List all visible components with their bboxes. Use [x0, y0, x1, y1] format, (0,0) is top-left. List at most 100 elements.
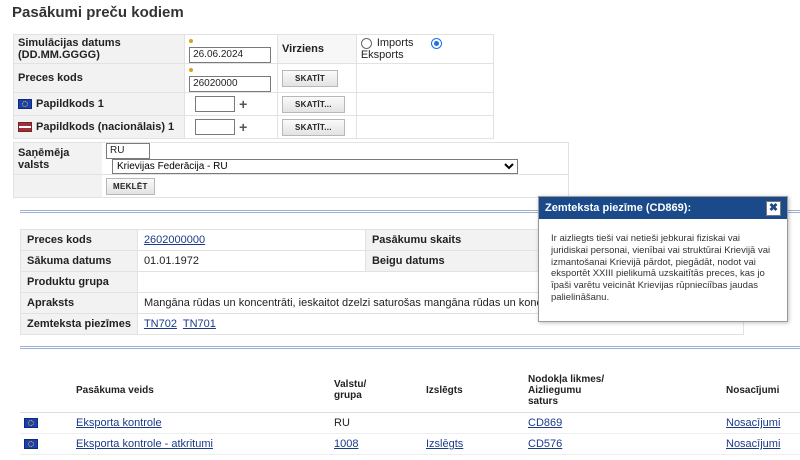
conditions-cell: Nosacījumi	[722, 433, 800, 455]
duty-header-line1: Nodokļa likmes/	[528, 373, 605, 385]
measure-type-link[interactable]: Eksporta kontrole - atkritumi	[76, 438, 213, 450]
conditions-link[interactable]: Nosacījumi	[726, 417, 780, 429]
duty-header-line2: Aizliegumu	[528, 384, 582, 396]
end-date-label: Beigu datums	[364, 250, 549, 272]
goods-code-cell: 26020000	[184, 63, 278, 93]
empty-cell	[355, 63, 495, 93]
addcode1-label: Papildkods 1	[36, 98, 104, 110]
start-date-label: Sākuma datums	[20, 250, 138, 272]
empty-cell	[13, 174, 102, 198]
addcode1-view-button[interactable]: SKATĪT...	[282, 95, 345, 113]
info-goods-code-cell: 2602000000	[136, 229, 366, 251]
required-marker-icon	[189, 39, 194, 44]
addcode-national-label-cell: Papildkods (nacionālais) 1	[12, 115, 186, 139]
goods-code-label: Preces kods	[12, 63, 186, 93]
country-group-link[interactable]: 1008	[334, 438, 358, 450]
addcode1-button-cell: SKATĪT...	[277, 92, 357, 116]
view-button[interactable]: SKATĪT	[282, 69, 339, 87]
simulation-form: Simulācijas datums (DD.MM.GGGG) 26.06.20…	[12, 34, 495, 139]
conditions-header: Nosacījumi	[722, 368, 800, 413]
duty-cell: CD576	[524, 433, 722, 455]
flag-cell	[20, 412, 72, 434]
export-radio[interactable]	[430, 37, 442, 49]
footnotes-label: Zemteksta piezīmes	[20, 313, 138, 335]
info-goods-code-label: Preces kods	[20, 229, 138, 251]
country-label: Saņēmēja valsts	[13, 142, 102, 175]
duty-header-line3: saturs	[528, 395, 559, 407]
country-form: Saņēmēja valsts RU Krievijas Federācija …	[13, 142, 569, 198]
popup-header: Zemteksta piezīme (CD869): ✖	[539, 197, 787, 219]
separator	[20, 346, 800, 349]
addcode1-label-cell: Papildkods 1	[12, 92, 186, 116]
date-input[interactable]: 26.06.2024	[189, 47, 272, 63]
plus-icon[interactable]: +	[239, 96, 247, 112]
popup-title: Zemteksta piezīme (CD869):	[545, 202, 692, 214]
date-label: Simulācijas datums (DD.MM.GGGG)	[12, 34, 186, 64]
measure-type-header: Pasākuma veids	[72, 368, 330, 413]
addcode1-cell: +	[184, 92, 278, 116]
measure-type-cell: Eksporta kontrole - atkritumi	[72, 433, 330, 455]
import-label: Imports	[376, 37, 414, 49]
start-date-value: 01.01.1972	[136, 250, 366, 272]
duty-link[interactable]: CD869	[528, 417, 562, 429]
goods-code-link[interactable]: 2602000000	[144, 234, 205, 246]
date-cell: 26.06.2024	[184, 34, 278, 64]
addcode-national-cell: +	[184, 115, 278, 139]
addcode1-input[interactable]	[195, 96, 236, 112]
direction-label: Virziens	[277, 34, 357, 64]
measure-type-link[interactable]: Eksporta kontrole	[76, 417, 162, 429]
empty-cell	[355, 92, 495, 116]
country-select[interactable]: Krievijas Federācija - RU	[112, 159, 518, 174]
table-header-row: Pasākuma veids Valstu/grupa Izslēgts Nod…	[20, 368, 800, 413]
duty-cell: CD869	[524, 412, 722, 434]
addcode-national-label: Papildkods (nacionālais) 1	[36, 121, 175, 133]
country-group-cell: RU	[330, 412, 422, 434]
excluded-cell	[422, 412, 524, 434]
goods-code-input[interactable]: 26020000	[189, 76, 272, 92]
import-radio[interactable]	[360, 37, 372, 49]
country-code-input[interactable]: RU	[106, 143, 150, 159]
country-group-cell: 1008	[330, 433, 422, 455]
empty-cell	[355, 115, 495, 139]
latvia-flag-icon	[18, 122, 32, 133]
export-label: Eksports	[360, 49, 404, 61]
excluded-link[interactable]: Izslēgts	[426, 438, 463, 450]
eu-flag-icon	[24, 439, 38, 450]
country-group-header-line1: Valstu/	[334, 379, 367, 390]
excluded-cell: Izslēgts	[422, 433, 524, 455]
footnote-link[interactable]: TN701	[183, 318, 216, 330]
duty-link[interactable]: CD576	[528, 438, 562, 450]
country-group-header: Valstu/grupa	[330, 368, 422, 413]
country-cell: RU Krievijas Federācija - RU	[102, 142, 569, 175]
conditions-cell: Nosacījumi	[722, 412, 800, 434]
page-title: Pasākumi preču kodiem	[12, 4, 184, 21]
flag-column-header	[20, 368, 72, 413]
country-group-header-line2: grupa	[334, 390, 362, 401]
flag-cell	[20, 433, 72, 455]
duty-header: Nodokļa likmes/Aizliegumu saturs	[524, 368, 722, 413]
measure-type-cell: Eksporta kontrole	[72, 412, 330, 434]
footnote-link[interactable]: TN702	[144, 318, 177, 330]
required-marker-icon	[189, 68, 194, 73]
search-button[interactable]: MEKLĒT	[106, 177, 155, 195]
close-icon[interactable]: ✖	[766, 201, 781, 216]
popup-body: Ir aizliegts tieši vai netieši jebkurai …	[551, 233, 771, 303]
table-row: Eksporta kontrole - atkritumi 1008 Izslē…	[20, 433, 800, 455]
view-button-cell: SKATĪT	[277, 63, 357, 93]
addcode-national-view-button[interactable]: SKATĪT...	[282, 118, 345, 136]
direction-cell: Imports Eksports	[355, 34, 495, 64]
measures-count-label: Pasākumu skaits	[364, 229, 549, 251]
plus-icon[interactable]: +	[239, 119, 247, 135]
addcode-national-input[interactable]	[195, 119, 236, 135]
conditions-link[interactable]: Nosacījumi	[726, 438, 780, 450]
table-row: Eksporta kontrole RU CD869 Nosacījumi	[20, 412, 800, 434]
eu-flag-icon	[18, 99, 32, 110]
footnote-popup: Zemteksta piezīme (CD869): ✖ Ir aizliegt…	[538, 196, 788, 322]
eu-flag-icon	[24, 418, 38, 429]
addcode-national-button-cell: SKATĪT...	[277, 115, 357, 139]
product-group-label: Produktu grupa	[20, 271, 138, 293]
excluded-header: Izslēgts	[422, 368, 524, 413]
search-cell: MEKLĒT	[102, 174, 569, 198]
measures-table: Pasākuma veids Valstu/grupa Izslēgts Nod…	[20, 368, 800, 455]
description-label: Apraksts	[20, 292, 138, 314]
